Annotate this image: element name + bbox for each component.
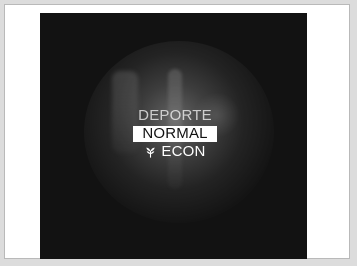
mode-deporte[interactable]: DEPORTE xyxy=(120,107,230,125)
display-screen: DEPORTE NORMAL ECON xyxy=(40,13,307,259)
mode-normal-row: NORMAL xyxy=(120,125,230,143)
mode-econ[interactable]: ECON xyxy=(144,143,205,161)
leaf-icon xyxy=(144,146,157,159)
mode-econ-row: ECON xyxy=(120,143,230,161)
drive-mode-menu: DEPORTE NORMAL ECON xyxy=(120,107,230,161)
frame: DEPORTE NORMAL ECON xyxy=(4,4,350,259)
mode-econ-label: ECON xyxy=(161,143,206,160)
mode-normal[interactable]: NORMAL xyxy=(133,126,217,142)
